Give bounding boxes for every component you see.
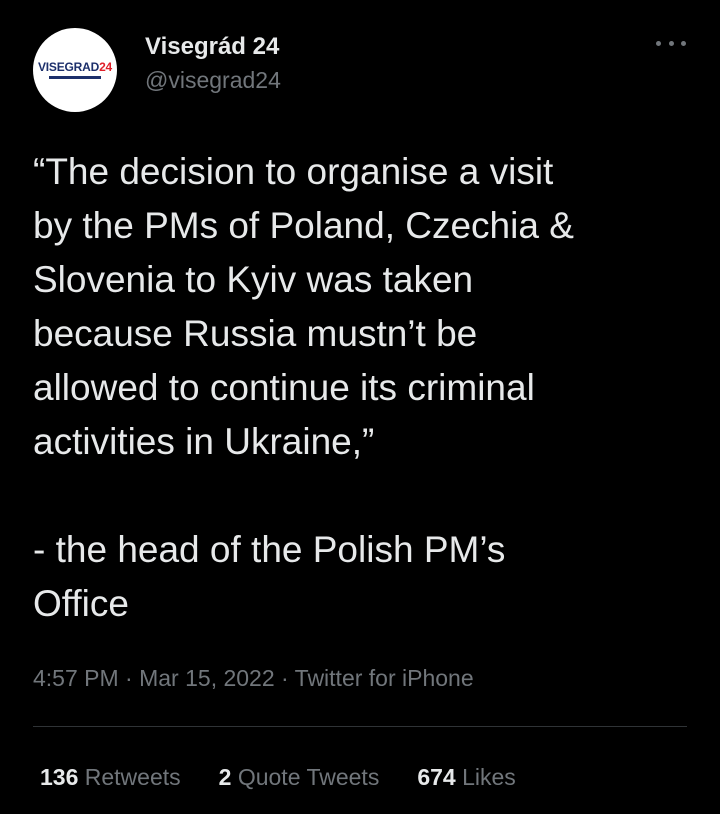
likes-count: 674 <box>417 764 456 790</box>
likes-stat[interactable]: 674 Likes <box>417 761 515 793</box>
more-horizontal-icon[interactable] <box>656 36 686 50</box>
quotes-count: 2 <box>218 764 232 790</box>
handle[interactable]: @visegrad24 <box>145 65 281 95</box>
tweet-header: VISEGRAD24 Visegrád 24 @visegrad24 <box>33 28 690 112</box>
meta-separator: · <box>118 665 140 691</box>
tweet-stats: 136 Retweets 2 Quote Tweets 674 Likes <box>40 761 516 793</box>
retweets-count: 136 <box>40 764 79 790</box>
avatar-logo: VISEGRAD24 <box>37 60 113 74</box>
likes-label: Likes <box>462 764 516 790</box>
retweets-label: Retweets <box>84 764 181 790</box>
tweet-source[interactable]: Twitter for iPhone <box>295 665 474 691</box>
display-name[interactable]: Visegrád 24 <box>145 32 281 62</box>
tweet-date[interactable]: Mar 15, 2022 <box>139 665 275 691</box>
tweet-time[interactable]: 4:57 PM <box>33 665 119 691</box>
quotes-stat[interactable]: 2 Quote Tweets <box>219 761 380 793</box>
divider <box>33 726 687 727</box>
meta-separator: · <box>274 665 295 691</box>
quotes-label: Quote Tweets <box>237 764 380 790</box>
retweets-stat[interactable]: 136 Retweets <box>40 761 181 793</box>
avatar-logo-bar <box>49 76 101 79</box>
avatar[interactable]: VISEGRAD24 <box>33 28 117 112</box>
tweet-text: “The decision to organise a visit by the… <box>33 151 574 624</box>
tweet-meta: 4:57 PM · Mar 15, 2022 · Twitter for iPh… <box>33 662 474 694</box>
author-info[interactable]: Visegrád 24 @visegrad24 <box>145 32 281 95</box>
